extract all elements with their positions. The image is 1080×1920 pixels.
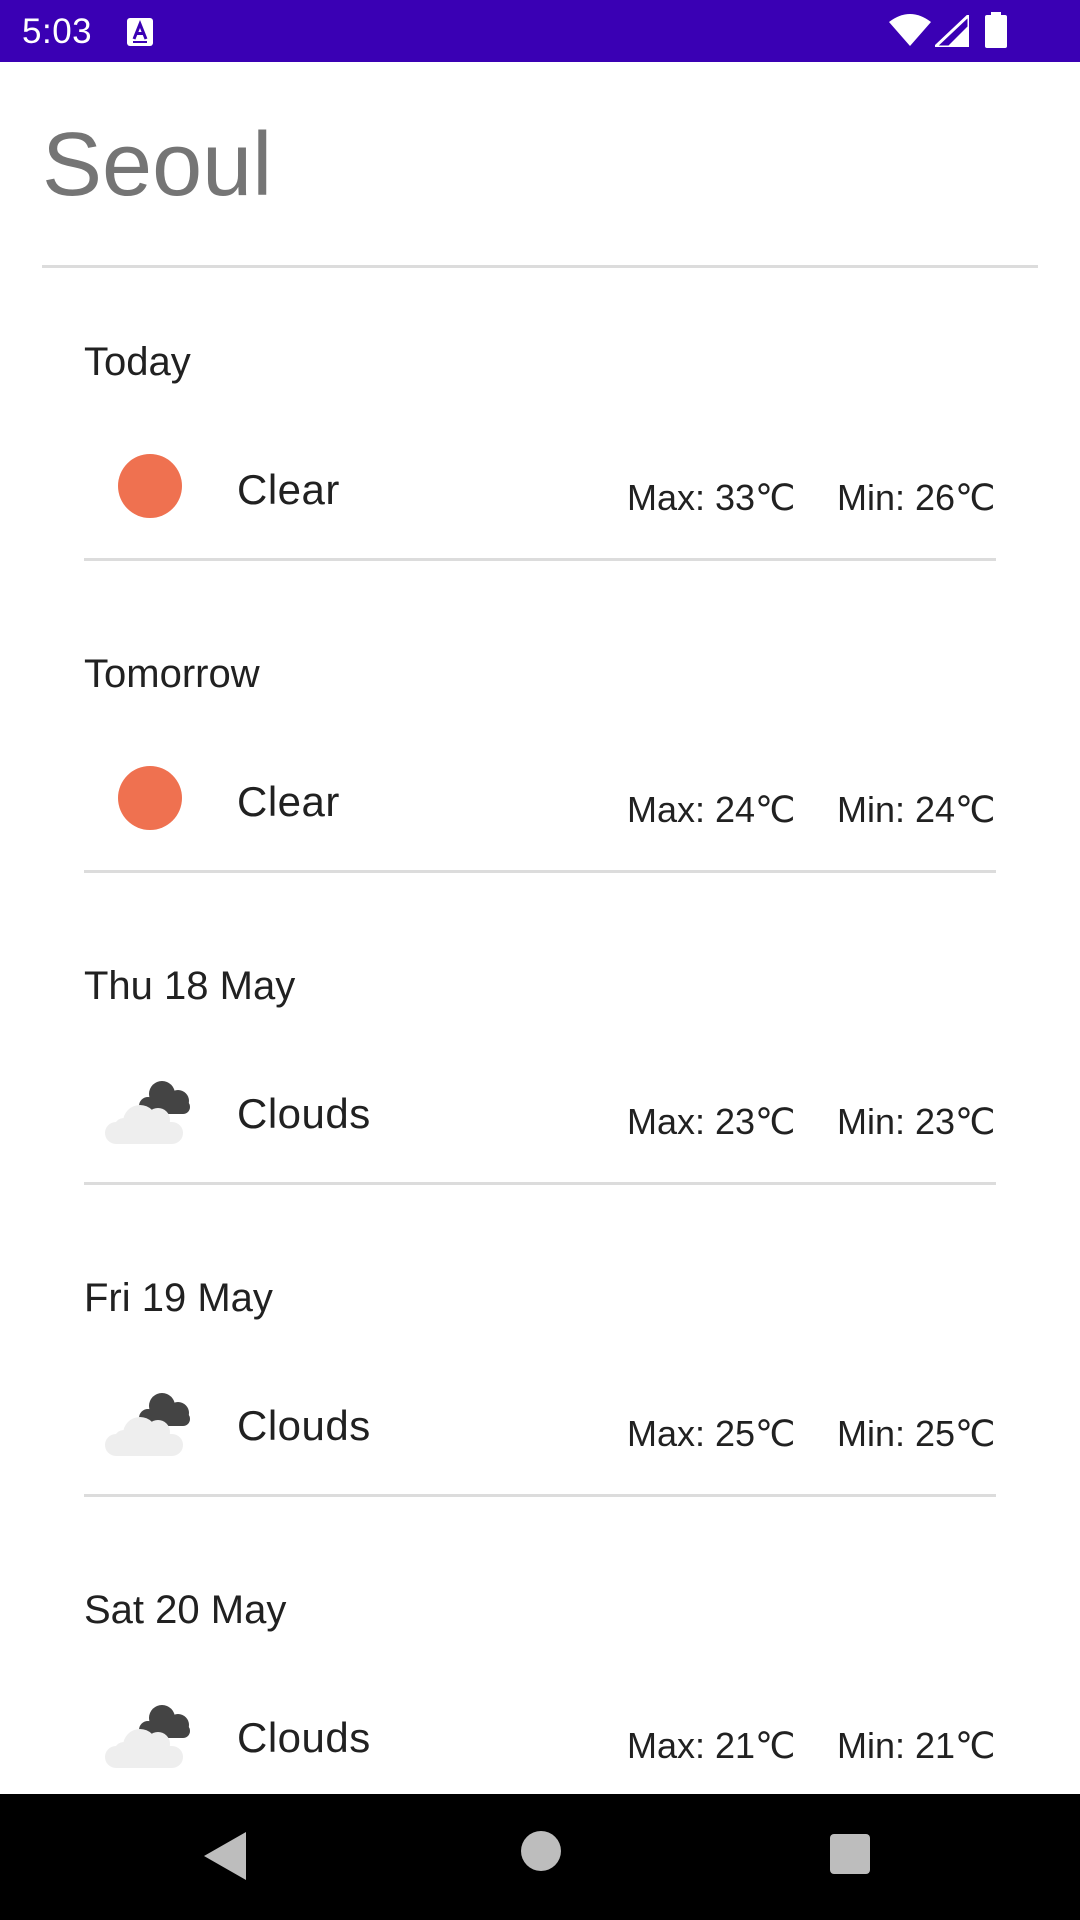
min-temp: Min: 21℃: [837, 1725, 996, 1766]
back-icon[interactable]: [200, 1828, 250, 1889]
forecast-row-tomorrow[interactable]: Tomorrow Clear Max: 24℃ Min: 24℃: [0, 654, 1080, 966]
forecast-row-today[interactable]: Today Clear Max: 33℃ Min: 26℃: [0, 342, 1080, 654]
day-label: Fri 19 May: [84, 1276, 273, 1320]
condition-label: Clouds: [237, 1402, 371, 1449]
min-temp: Min: 26℃: [837, 477, 996, 518]
navigation-bar: [0, 1794, 1080, 1920]
row-divider: [84, 1182, 996, 1185]
condition-label: Clear: [237, 466, 340, 513]
condition-label: Clear: [237, 778, 340, 825]
forecast-row-thu-18-may[interactable]: Thu 18 May Clouds Max: 23℃ Min: 23℃: [0, 966, 1080, 1278]
day-label: Tomorrow: [84, 652, 260, 696]
home-icon[interactable]: [520, 1830, 562, 1877]
sun-icon: [100, 446, 200, 526]
row-divider: [84, 870, 996, 873]
forecast-row-sat-20-may[interactable]: Sat 20 May Clouds Max: 21℃ Min: 21℃: [0, 1590, 1080, 1794]
forecast-row-fri-19-may[interactable]: Fri 19 May Clouds Max: 25℃ Min: 25℃: [0, 1278, 1080, 1590]
day-label: Thu 18 May: [84, 964, 296, 1008]
min-temp: Min: 23℃: [837, 1101, 996, 1142]
clouds-icon: [100, 1694, 200, 1774]
max-temp: Max: 23℃: [627, 1101, 796, 1142]
recents-icon[interactable]: [828, 1832, 872, 1881]
min-temp: Min: 25℃: [837, 1413, 996, 1454]
condition-label: Clouds: [237, 1090, 371, 1137]
max-temp: Max: 25℃: [627, 1413, 796, 1454]
a-icon: [127, 18, 153, 51]
clouds-icon: [100, 1382, 200, 1462]
wifi-icon: [889, 14, 931, 51]
forecast-screen: Seoul Today Clear Max: 33℃ Min: 26℃ Tomo…: [0, 62, 1080, 1794]
status-bar: 5:03: [0, 0, 1080, 62]
condition-label: Clouds: [237, 1714, 371, 1761]
day-label: Today: [84, 340, 191, 384]
min-temp: Min: 24℃: [837, 789, 996, 830]
row-divider: [84, 1494, 996, 1497]
day-label: Sat 20 May: [84, 1588, 287, 1632]
max-temp: Max: 24℃: [627, 789, 796, 830]
row-divider: [84, 558, 996, 561]
max-temp: Max: 21℃: [627, 1725, 796, 1766]
status-time: 5:03: [22, 12, 93, 51]
max-temp: Max: 33℃: [627, 477, 796, 518]
battery-icon: [985, 12, 1007, 53]
sun-icon: [100, 758, 200, 838]
title-divider: [42, 265, 1038, 268]
signal-icon: [931, 11, 971, 52]
city-title: Seoul: [42, 115, 273, 215]
clouds-icon: [100, 1070, 200, 1150]
